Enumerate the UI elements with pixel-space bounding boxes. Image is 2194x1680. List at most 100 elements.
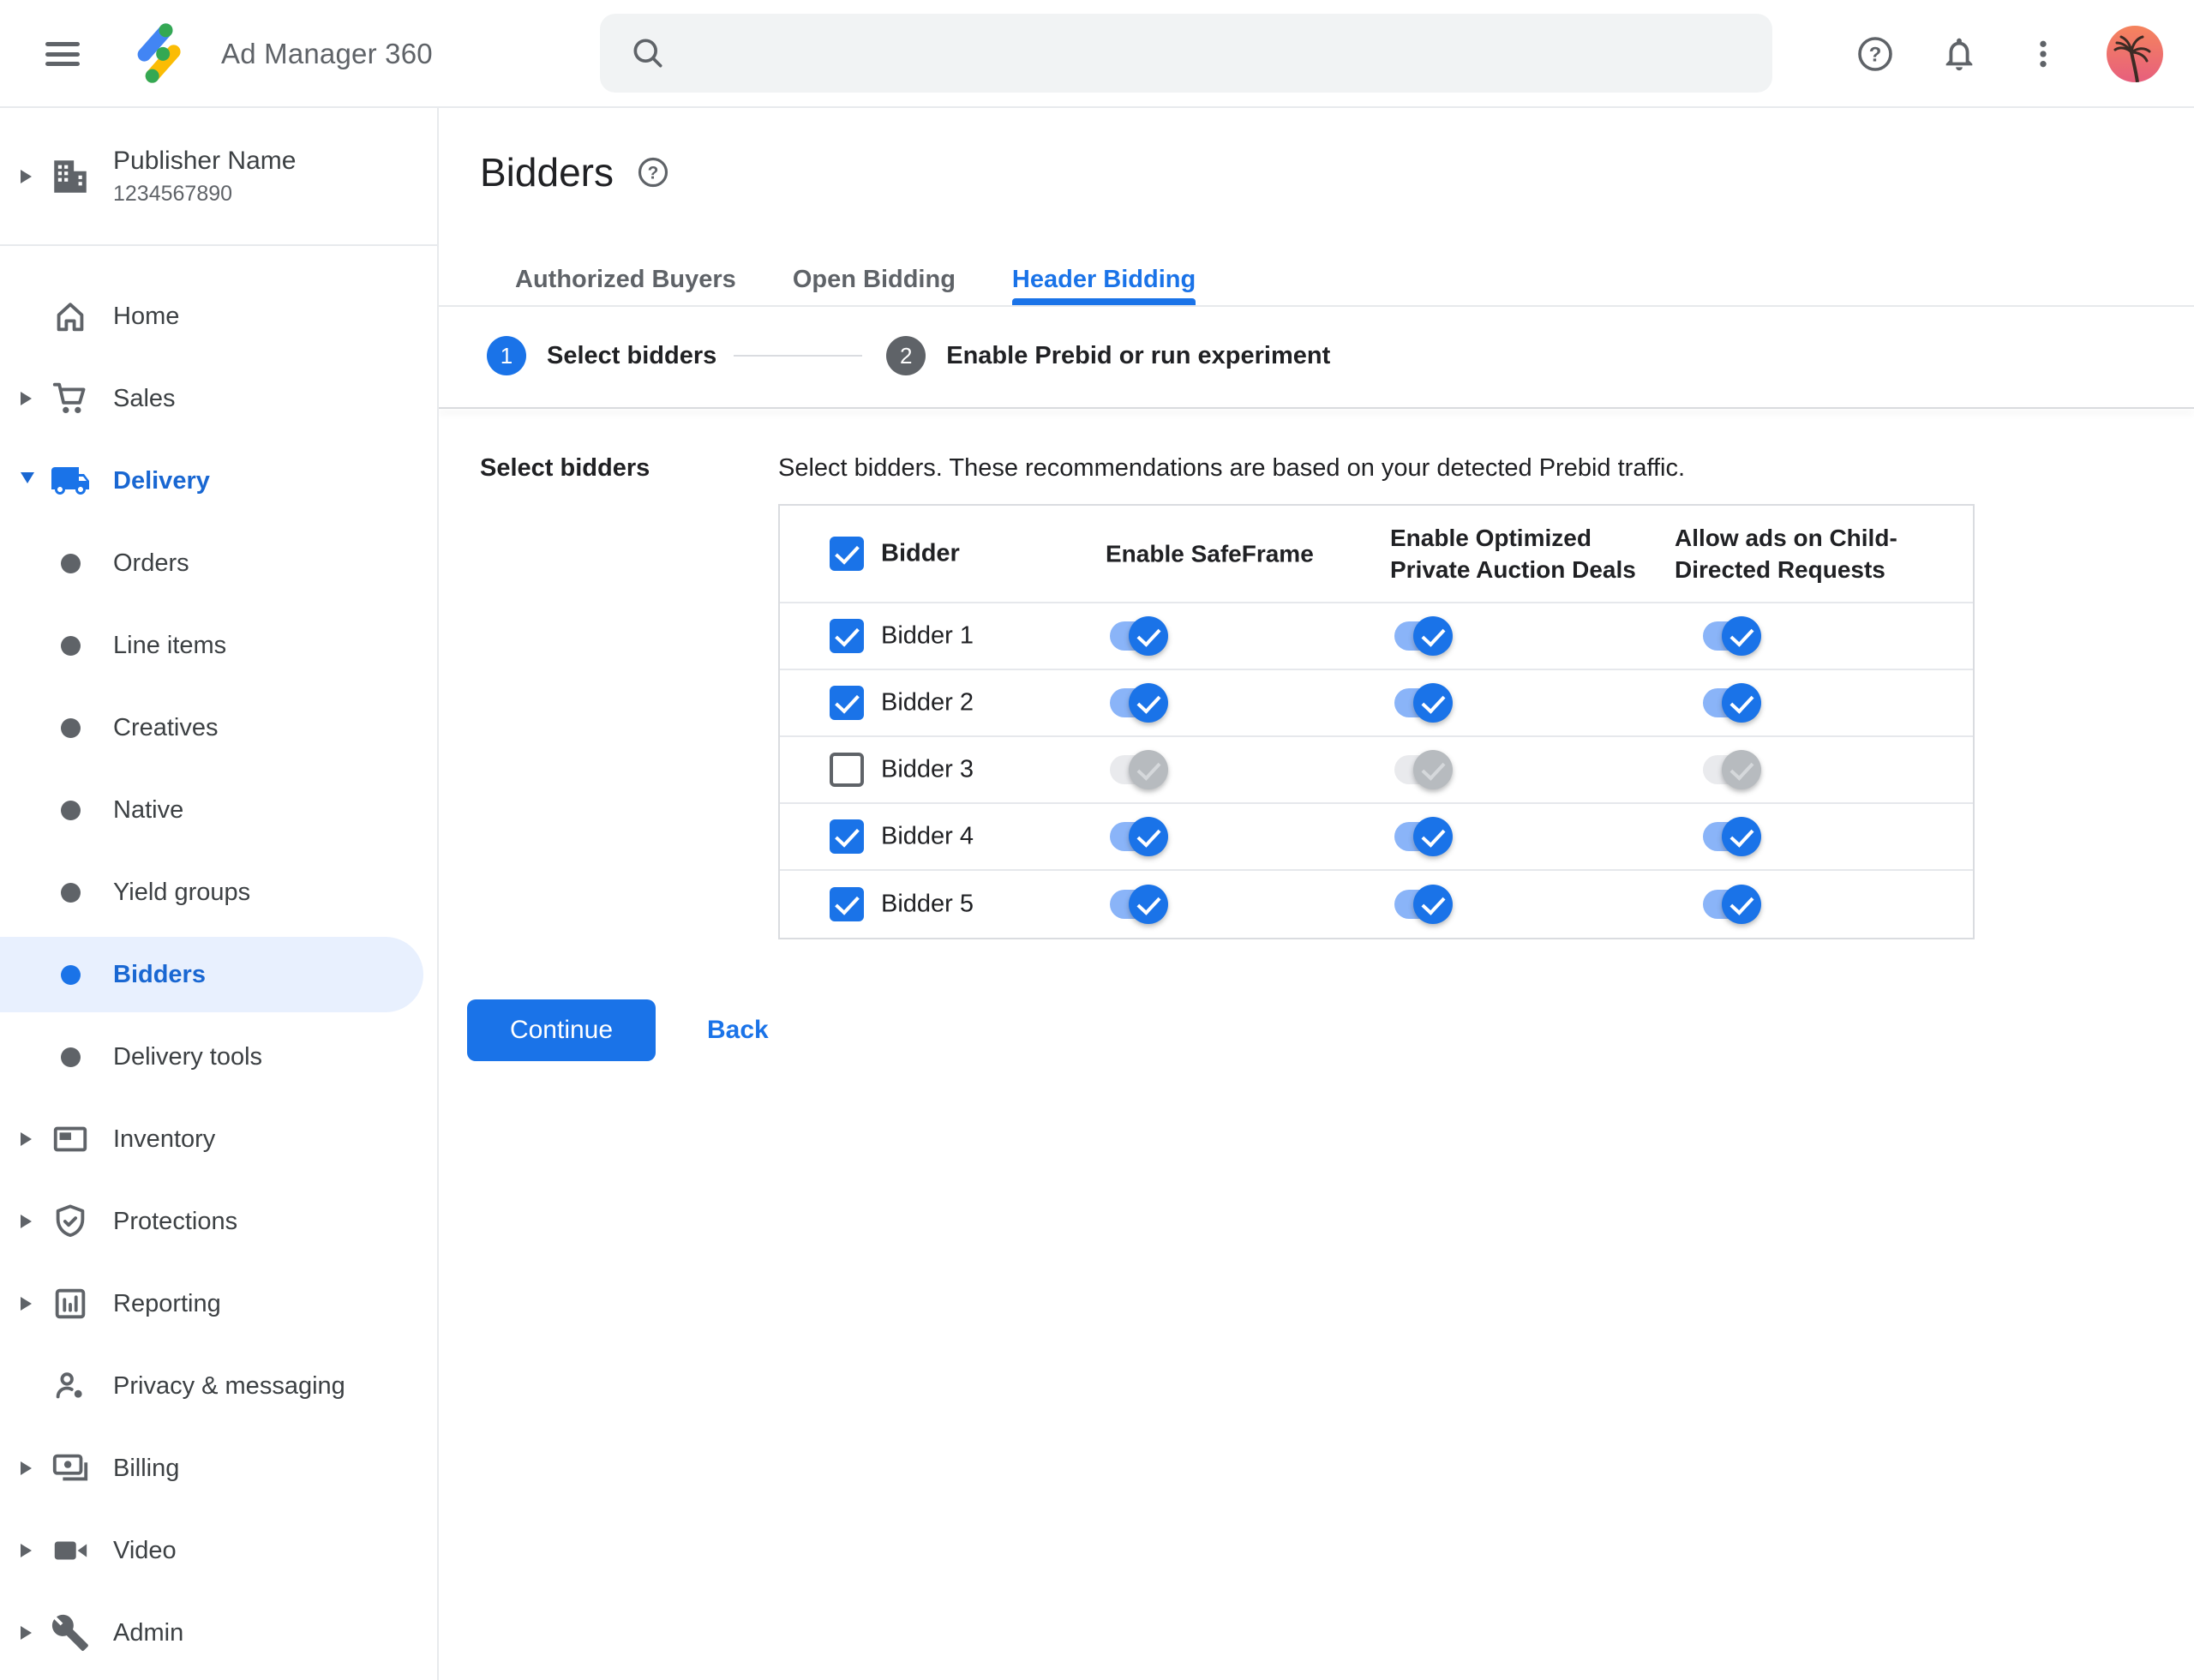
avatar[interactable] xyxy=(2107,26,2163,82)
optimized-deals-toggle[interactable] xyxy=(1394,616,1453,656)
more-icon[interactable] xyxy=(2023,33,2064,75)
tab-authorized-buyers[interactable]: Authorized Buyers xyxy=(515,254,736,305)
sidebar-item-creatives[interactable]: Creatives xyxy=(0,687,437,769)
back-button[interactable]: Back xyxy=(681,999,794,1061)
sidebar-nav: Home Sales Delivery Orders Line items Cr… xyxy=(0,246,437,1674)
column-header-safeframe: Enable SafeFrame xyxy=(1106,540,1314,567)
tabs-divider xyxy=(439,305,2194,307)
child-directed-toggle[interactable] xyxy=(1703,885,1761,924)
sidebar-item-billing[interactable]: Billing xyxy=(0,1427,437,1509)
bullet-icon xyxy=(46,553,94,573)
table-header-row: Bidder Enable SafeFrame Enable Optimized… xyxy=(780,506,1973,603)
bidders-table: Bidder Enable SafeFrame Enable Optimized… xyxy=(778,504,1975,939)
bidder-name: Bidder 3 xyxy=(881,755,974,783)
table-row: Bidder 3 xyxy=(780,737,1973,804)
safeframe-toggle[interactable] xyxy=(1110,750,1168,789)
bidder-name: Bidder 5 xyxy=(881,890,974,918)
bullet-icon xyxy=(46,635,94,656)
row-checkbox[interactable] xyxy=(830,753,864,787)
optimized-deals-toggle[interactable] xyxy=(1394,683,1453,723)
sidebar-item-sales[interactable]: Sales xyxy=(0,357,437,440)
search-icon xyxy=(633,39,662,68)
row-checkbox[interactable] xyxy=(830,686,864,720)
step-label: Enable Prebid or run experiment xyxy=(946,341,1331,369)
safeframe-toggle[interactable] xyxy=(1110,817,1168,856)
bar-chart-icon xyxy=(46,1284,94,1323)
child-directed-toggle[interactable] xyxy=(1703,683,1761,723)
select-all-checkbox[interactable] xyxy=(830,537,864,571)
column-header-bidder: Bidder xyxy=(881,539,960,567)
chevron-right-icon xyxy=(21,392,46,405)
table-row: Bidder 4 xyxy=(780,804,1973,871)
column-header-optimized: Enable Optimized Private Auction Deals xyxy=(1390,525,1636,583)
step-enable-prebid[interactable]: 2 Enable Prebid or run experiment xyxy=(886,336,1330,375)
chevron-right-icon xyxy=(21,1544,46,1557)
topbar: Ad Manager 360 ? xyxy=(0,0,2194,108)
publisher-id: 1234567890 xyxy=(113,181,233,206)
bullet-icon xyxy=(46,717,94,738)
help-icon[interactable]: ? xyxy=(1855,33,1896,75)
bullet-icon xyxy=(46,964,94,985)
optimized-deals-toggle[interactable] xyxy=(1394,885,1453,924)
sidebar-item-video[interactable]: Video xyxy=(0,1509,437,1592)
step-select-bidders[interactable]: 1 Select bidders xyxy=(487,336,716,375)
sidebar-item-inventory[interactable]: Inventory xyxy=(0,1098,437,1180)
table-row: Bidder 1 xyxy=(780,603,1973,670)
continue-button[interactable]: Continue xyxy=(467,999,656,1061)
bullet-icon xyxy=(46,1047,94,1067)
notifications-icon[interactable] xyxy=(1939,33,1980,75)
inventory-icon xyxy=(46,1119,94,1159)
row-checkbox[interactable] xyxy=(830,819,864,854)
page-title: Bidders xyxy=(480,150,614,195)
sidebar-item-yield-groups[interactable]: Yield groups xyxy=(0,851,437,933)
sidebar-item-bidders[interactable]: Bidders xyxy=(0,933,437,1016)
sidebar-item-orders[interactable]: Orders xyxy=(0,522,437,604)
row-checkbox[interactable] xyxy=(830,887,864,921)
optimized-deals-toggle[interactable] xyxy=(1394,817,1453,856)
bullet-icon xyxy=(46,882,94,903)
menu-icon[interactable] xyxy=(45,38,80,70)
publisher-name: Publisher Name xyxy=(113,146,297,175)
title-row: Bidders ? xyxy=(480,149,670,195)
sidebar-item-native[interactable]: Native xyxy=(0,769,437,851)
tab-header-bidding[interactable]: Header Bidding xyxy=(1011,254,1196,305)
publisher-switcher[interactable]: Publisher Name 1234567890 xyxy=(0,108,437,246)
sidebar-item-privacy-messaging[interactable]: Privacy & messaging xyxy=(0,1345,437,1427)
help-circle-icon[interactable]: ? xyxy=(636,155,670,189)
search-input[interactable] xyxy=(667,14,1772,93)
safeframe-toggle[interactable] xyxy=(1110,885,1168,924)
sidebar-item-protections[interactable]: Protections xyxy=(0,1180,437,1263)
chevron-right-icon xyxy=(21,1626,46,1640)
child-directed-toggle[interactable] xyxy=(1703,817,1761,856)
video-camera-icon xyxy=(46,1531,94,1570)
ad-manager-app: Ad Manager 360 ? Publisher Name 12345678… xyxy=(0,0,2194,1680)
step-label: Select bidders xyxy=(547,341,717,369)
row-checkbox[interactable] xyxy=(830,619,864,653)
sidebar-item-home[interactable]: Home xyxy=(0,275,437,357)
safeframe-toggle[interactable] xyxy=(1110,616,1168,656)
sidebar-item-admin[interactable]: Admin xyxy=(0,1592,437,1674)
table-row: Bidder 5 xyxy=(780,871,1973,938)
safeframe-toggle[interactable] xyxy=(1110,683,1168,723)
sidebar-item-delivery[interactable]: Delivery xyxy=(0,440,437,522)
bidder-name: Bidder 2 xyxy=(881,688,974,717)
sidebar-item-delivery-tools[interactable]: Delivery tools xyxy=(0,1016,437,1098)
shield-check-icon xyxy=(46,1202,94,1241)
chevron-right-icon xyxy=(21,1297,46,1311)
tab-open-bidding[interactable]: Open Bidding xyxy=(793,254,956,305)
column-header-child-directed: Allow ads on Child-Directed Requests xyxy=(1675,525,1897,583)
child-directed-toggle[interactable] xyxy=(1703,616,1761,656)
optimized-deals-toggle[interactable] xyxy=(1394,750,1453,789)
child-directed-toggle[interactable] xyxy=(1703,750,1761,789)
bullet-icon xyxy=(46,800,94,820)
chevron-right-icon xyxy=(21,169,46,183)
sidebar-item-line-items[interactable]: Line items xyxy=(0,604,437,687)
header-shadow-divider xyxy=(439,407,2194,409)
truck-icon xyxy=(46,460,94,501)
sidebar-item-reporting[interactable]: Reporting xyxy=(0,1263,437,1345)
stepper: 1 Select bidders 2 Enable Prebid or run … xyxy=(487,319,1330,393)
chevron-down-icon xyxy=(21,471,46,490)
publisher-building-icon xyxy=(46,155,94,198)
section-side-label: Select bidders xyxy=(480,454,650,482)
step-connector xyxy=(734,355,863,357)
